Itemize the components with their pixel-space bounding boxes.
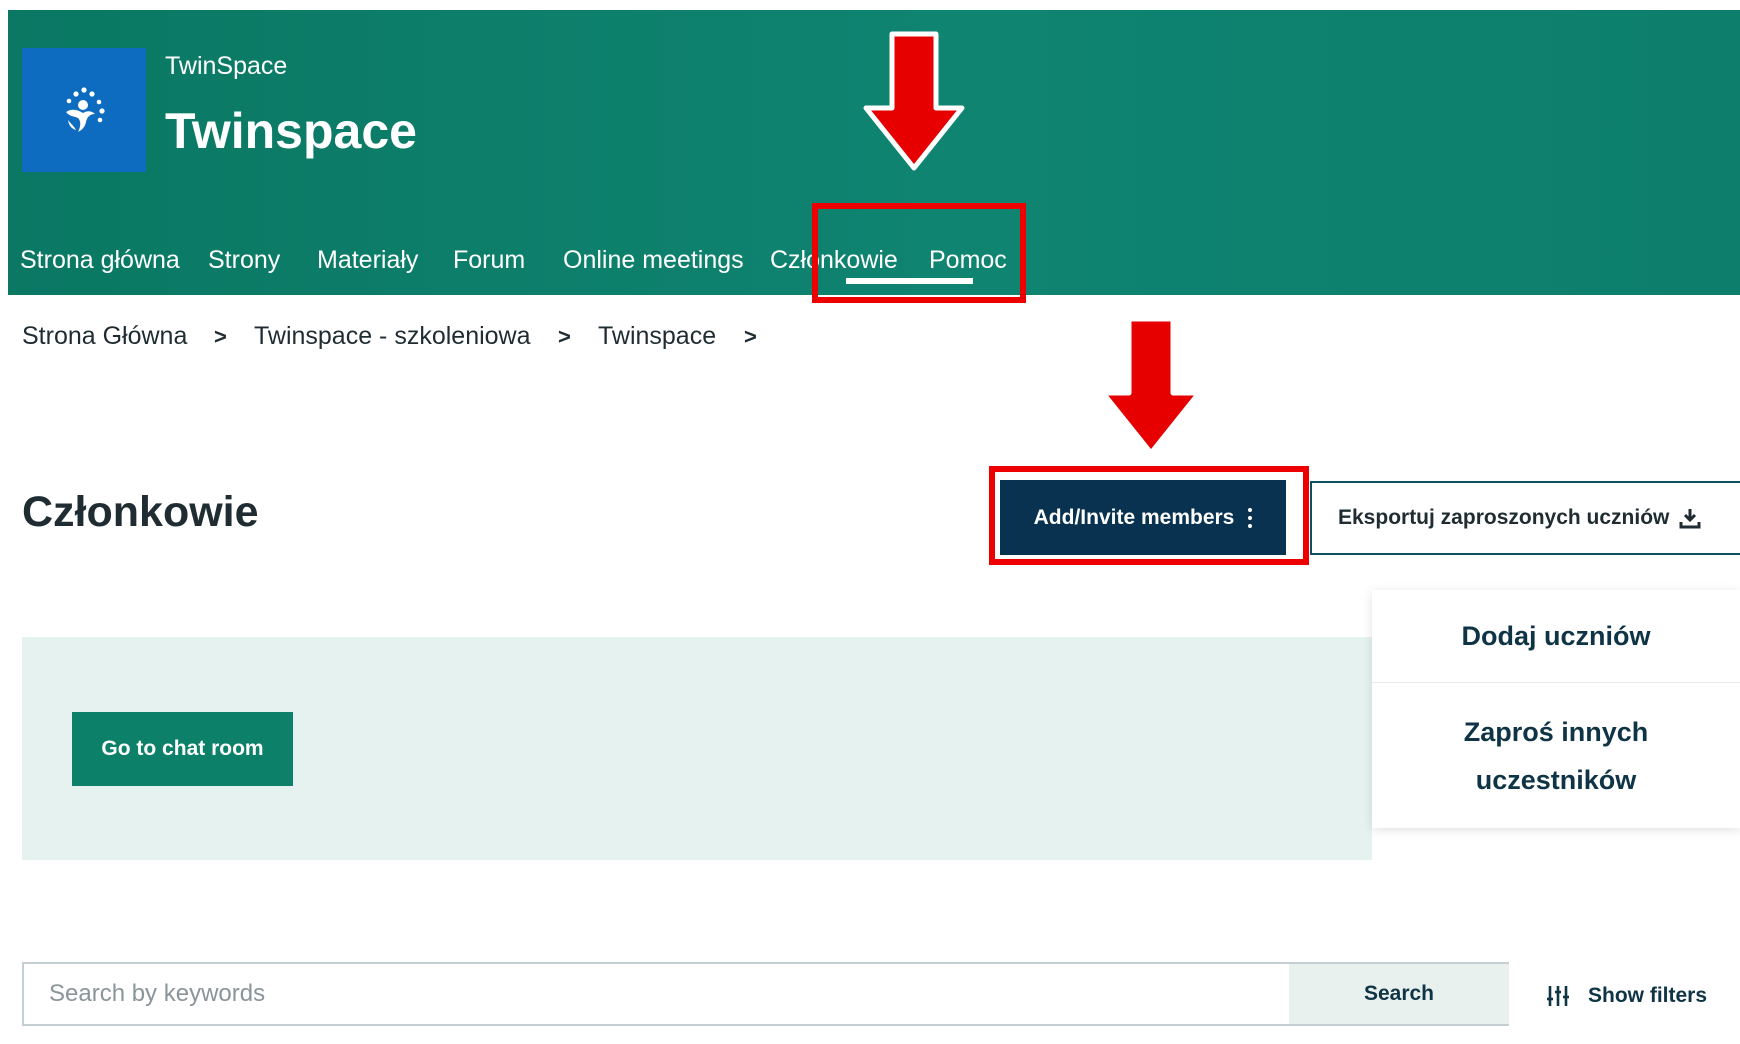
show-filters-button[interactable]: Show filters	[1546, 980, 1707, 1012]
app-subtitle: TwinSpace	[165, 52, 288, 80]
breadcrumb-separator: >	[558, 324, 571, 349]
filter-sliders-icon	[1547, 986, 1569, 1006]
highlight-box-members-nav	[812, 203, 1026, 303]
menu-item-invite-participants[interactable]: Zaproś innych uczestników	[1372, 708, 1740, 804]
nav-item-online-meetings[interactable]: Online meetings	[563, 246, 744, 275]
nav-item-pages[interactable]: Strony	[208, 246, 280, 275]
menu-item-add-students[interactable]: Dodaj uczniów	[1372, 612, 1740, 660]
search-bar: Search	[22, 962, 1509, 1026]
search-button[interactable]: Search	[1289, 964, 1509, 1024]
go-to-chat-room-button[interactable]: Go to chat room	[72, 712, 293, 786]
export-label: Eksportuj zaproszonych uczniów	[1338, 506, 1670, 529]
breadcrumb-project[interactable]: Twinspace - szkoleniowa	[254, 322, 531, 351]
arrow-down-icon	[863, 31, 965, 171]
breadcrumb-home[interactable]: Strona Główna	[22, 322, 187, 351]
twinspace-logo[interactable]	[22, 48, 146, 172]
kebab-menu-icon	[1248, 507, 1253, 528]
add-invite-members-button[interactable]: Add/Invite members	[1000, 480, 1286, 555]
search-input[interactable]	[24, 964, 1286, 1024]
menu-item-invite-line-2: uczestników	[1475, 765, 1637, 795]
export-invited-students-button[interactable]: Eksportuj zaproszonych uczniów	[1310, 481, 1740, 555]
nav-item-forum[interactable]: Forum	[453, 246, 525, 275]
app-title[interactable]: Twinspace	[165, 102, 417, 160]
add-invite-members-label: Add/Invite members	[1033, 505, 1235, 529]
show-filters-label: Show filters	[1588, 984, 1708, 1007]
nav-item-materials[interactable]: Materiały	[317, 246, 418, 275]
nav-item-home[interactable]: Strona główna	[20, 246, 180, 275]
stars-person-icon	[66, 87, 105, 132]
download-icon	[1679, 509, 1701, 529]
page-title: Członkowie	[22, 488, 259, 536]
breadcrumb-twinspace[interactable]: Twinspace	[598, 322, 716, 351]
breadcrumb-separator: >	[744, 324, 757, 349]
arrow-down-icon	[1100, 316, 1202, 456]
menu-divider	[1372, 682, 1740, 683]
menu-item-invite-line-1: Zaproś innych	[1463, 717, 1649, 747]
add-invite-dropdown-menu: Dodaj uczniów Zaproś innych uczestników	[1372, 590, 1740, 828]
breadcrumb-separator: >	[214, 324, 227, 349]
